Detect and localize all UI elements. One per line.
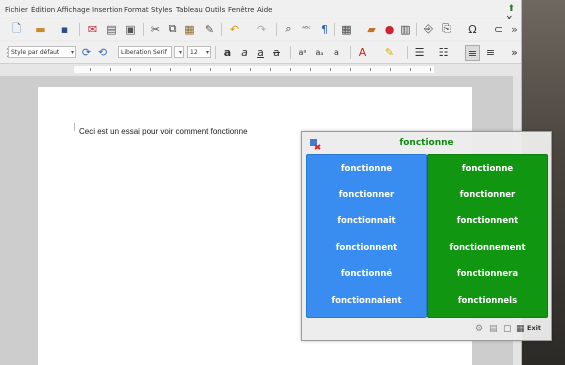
numbering-icon[interactable]: ☷: [437, 45, 450, 59]
suggestion-left-6[interactable]: fonctionnaient: [307, 296, 426, 306]
menu-fenetre[interactable]: Fenêtre: [228, 6, 254, 14]
page-break-icon[interactable]: ⎆: [422, 22, 435, 36]
align-center-icon[interactable]: ≡: [484, 45, 497, 59]
font-name-dropdown[interactable]: ▾: [174, 46, 184, 58]
italic-icon[interactable]: a: [238, 45, 251, 59]
menu-affichage[interactable]: Affichage: [57, 6, 90, 14]
special-character-icon[interactable]: Ω: [466, 22, 479, 36]
pin-icon[interactable]: ▢: [503, 324, 512, 334]
highlight-icon[interactable]: ✎: [383, 45, 396, 59]
chevron-down-icon: ▾: [205, 49, 209, 56]
font-size-combo[interactable]: 12 ▾: [187, 46, 211, 58]
formatting-marks-icon[interactable]: ¶: [318, 22, 331, 36]
menu-insertion[interactable]: Insertion: [92, 6, 123, 14]
insert-chart-icon[interactable]: ●: [383, 22, 396, 36]
exit-label[interactable]: Exit: [527, 324, 541, 332]
menu-fichier[interactable]: Fichier: [5, 6, 28, 14]
cut-icon[interactable]: ✂: [149, 22, 162, 36]
menu-aide[interactable]: Aide: [257, 6, 272, 14]
settings-gear-icon[interactable]: ⚙: [475, 324, 483, 334]
strikethrough-icon[interactable]: a: [270, 45, 283, 59]
suggestion-right-2[interactable]: fonctionner: [428, 190, 547, 200]
paragraph-style-value: Style par défaut: [11, 49, 60, 56]
font-size-value: 12: [190, 49, 198, 56]
insert-image-icon[interactable]: ▰: [365, 22, 378, 36]
menu-tableau[interactable]: Tableau: [176, 6, 203, 14]
menu-styles[interactable]: Styles: [151, 6, 172, 14]
print-preview-icon[interactable]: ▣: [124, 22, 137, 36]
insert-field-icon[interactable]: ⎘: [440, 22, 453, 36]
suggestion-left-4[interactable]: fonctionnent: [307, 243, 426, 253]
horizontal-ruler[interactable]: [0, 63, 521, 77]
suggestion-right-1[interactable]: fonctionne: [428, 164, 547, 174]
close-popup-icon[interactable]: ▦: [516, 324, 525, 334]
font-name-value: Liberation Serif: [121, 49, 167, 56]
bullets-icon[interactable]: ☰: [413, 45, 426, 59]
toolbar-overflow-icon[interactable]: »: [508, 22, 521, 36]
open-icon[interactable]: ▬: [34, 22, 47, 36]
popup-title: fonctionne: [399, 138, 454, 148]
font-name-combo[interactable]: Liberation Serif: [118, 46, 172, 58]
suggestion-right-5[interactable]: fonctionnera: [428, 269, 547, 279]
redo-icon[interactable]: ↷: [255, 22, 268, 36]
dictionary-icon[interactable]: ▤: [489, 324, 498, 334]
left-suggestions-panel: fonctionne fonctionner fonctionnait fonc…: [306, 154, 427, 318]
align-left-icon[interactable]: ≡: [465, 45, 480, 61]
font-color-icon[interactable]: A: [356, 45, 369, 59]
suggestion-right-4[interactable]: fonctionnement: [428, 243, 547, 253]
suggestion-left-5[interactable]: fonctionné: [307, 269, 426, 279]
document-text[interactable]: Ceci est un essai pour voir comment fonc…: [79, 127, 248, 136]
new-document-icon[interactable]: 🗋: [10, 22, 23, 36]
suggestion-left-3[interactable]: fonctionnait: [307, 216, 426, 226]
underline-icon[interactable]: a: [254, 45, 267, 59]
suggestion-right-6[interactable]: fonctionnels: [428, 296, 547, 306]
popup-footer: ⚙ ▤ ▢ ▦ Exit: [302, 321, 551, 337]
formatting-toolbar: ⋮ Style par défaut ▾ ⟳ ⟲ Liberation Seri…: [0, 42, 521, 63]
ruler-text-area: [74, 66, 434, 73]
chevron-down-icon: ▾: [70, 49, 74, 56]
subscript-icon[interactable]: aₐ: [313, 45, 326, 59]
menu-bar: Fichier Édition Affichage Insertion Form…: [0, 0, 521, 24]
print-icon[interactable]: ▤: [105, 22, 118, 36]
paste-icon[interactable]: ▦: [183, 22, 196, 36]
save-icon[interactable]: ▪: [58, 22, 71, 36]
bold-icon[interactable]: a: [221, 45, 234, 59]
suggestion-right-3[interactable]: fonctionnent: [428, 216, 547, 226]
clone-formatting-icon[interactable]: ✎: [203, 22, 216, 36]
menu-outils[interactable]: Outils: [205, 6, 225, 14]
right-suggestions-panel: fonctionne fonctionner fonctionnent fonc…: [427, 154, 548, 318]
text-boundary: [74, 123, 75, 131]
superscript-icon[interactable]: aᵃ: [296, 45, 309, 59]
hyperlink-icon[interactable]: ⊂: [492, 22, 505, 36]
export-pdf-icon[interactable]: ✉: [86, 22, 99, 36]
undo-icon[interactable]: ↶: [228, 22, 241, 36]
paragraph-style-combo[interactable]: Style par défaut ▾: [8, 46, 76, 58]
suggestion-left-2[interactable]: fonctionner: [307, 190, 426, 200]
find-replace-icon[interactable]: ⌕: [282, 22, 295, 36]
copy-icon[interactable]: ⧉: [166, 22, 179, 36]
spelling-icon[interactable]: ᴬᴮᶜ: [300, 22, 313, 36]
text-box-icon[interactable]: ▥: [399, 22, 412, 36]
extension-icon[interactable]: ⬆: [507, 4, 515, 14]
toolbar-overflow-icon[interactable]: »: [508, 45, 521, 59]
standard-toolbar: 🗋 ▬ ▪ ✉ ▤ ▣ ✂ ⧉ ▦ ✎ ↶ ↷ ⌕ ᴬᴮᶜ ¶ ▦ ▰ ● ▥ …: [0, 19, 521, 40]
chevron-down-icon: ▾: [178, 49, 182, 56]
new-style-icon[interactable]: ⟲: [96, 45, 109, 59]
menu-format[interactable]: Format: [124, 6, 149, 14]
update-style-icon[interactable]: ⟳: [80, 45, 93, 59]
menu-edition[interactable]: Édition: [31, 6, 55, 14]
shadow-icon[interactable]: a: [330, 45, 343, 59]
word-prediction-popup: fonctionne fonctionne fonctionner foncti…: [301, 131, 552, 341]
suggestion-left-1[interactable]: fonctionne: [307, 164, 426, 174]
insert-table-icon[interactable]: ▦: [340, 22, 353, 36]
